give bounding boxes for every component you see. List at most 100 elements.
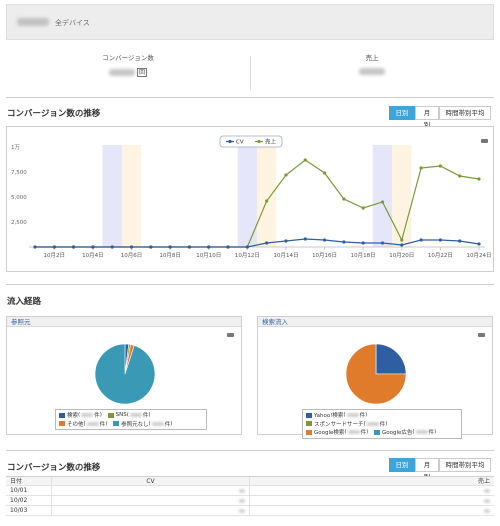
divider — [6, 284, 494, 285]
x-tick-label: 10月24日 — [467, 252, 492, 259]
legend-swatch — [59, 421, 65, 426]
panel-title: 参照元 — [7, 317, 241, 327]
device-scope-label: 全デバイス — [55, 19, 90, 27]
weekend-band — [121, 145, 142, 247]
pie-slice — [375, 343, 407, 375]
legend-item[interactable]: その他(件) — [59, 420, 107, 428]
pie-slice — [94, 343, 156, 405]
y-tick-label: 5,000 — [11, 195, 27, 201]
data-point — [91, 245, 95, 249]
row-cv — [52, 506, 250, 515]
row-sales — [250, 496, 494, 505]
table-period-toggle: 日別 月別 時間帯別平均 — [389, 458, 491, 481]
chart-menu-icon[interactable] — [478, 333, 485, 337]
legend-marker — [228, 139, 232, 144]
legend-item[interactable]: Yahoo!検索(件) — [306, 411, 367, 419]
data-point — [419, 166, 423, 170]
data-point — [419, 238, 423, 242]
hourly-average-button[interactable]: 時間帯別平均 — [439, 106, 491, 120]
hourly-average-button[interactable]: 時間帯別平均 — [439, 458, 491, 472]
data-point — [303, 158, 307, 162]
x-tick-label: 10月10日 — [196, 252, 221, 259]
weekend-band — [102, 145, 122, 247]
legend-swatch — [306, 429, 312, 435]
x-tick-label: 10月6日 — [121, 252, 143, 259]
monthly-button[interactable]: 月別 — [415, 106, 439, 129]
data-point — [265, 241, 269, 245]
row-sales — [250, 506, 494, 515]
panel-title: 検索流入 — [258, 317, 492, 327]
data-point — [458, 239, 462, 243]
data-point — [458, 174, 462, 178]
data-point — [245, 245, 249, 249]
data-point — [342, 197, 346, 201]
search-legend: Yahoo!検索(件) スポンサードサーチ(件) Google検索(件) Goo… — [302, 409, 462, 439]
col-header-date[interactable]: 日付 — [6, 477, 52, 485]
legend-marker — [257, 139, 261, 144]
blurred-value — [108, 69, 135, 76]
col-header-sales[interactable]: 売上 — [250, 477, 494, 485]
legend-item[interactable]: 検索(件) — [59, 411, 102, 419]
data-point — [110, 245, 114, 249]
section-title-table: コンバージョン数の推移 — [7, 463, 101, 473]
legend-item[interactable]: SNS(件) — [107, 411, 151, 419]
trend-chart: 1万 7,500 5,000 2,500 10月2日 10月4日 10月6日 10月8日 10月… — [6, 126, 494, 272]
data-point — [187, 245, 192, 249]
chart-menu-icon[interactable] — [481, 139, 488, 143]
table-row: 10/03 — [6, 506, 494, 516]
table-row: 10/01 — [6, 486, 494, 496]
data-point — [303, 237, 307, 241]
chart-menu-icon[interactable] — [227, 333, 234, 337]
section-title-trend: コンバージョン数の推移 — [7, 109, 101, 119]
daily-button[interactable]: 日別 — [389, 458, 415, 472]
search-inflow-panel: 検索流入 Yahoo!検索(件) スポンサードサーチ(件) Google検索(件… — [257, 316, 493, 439]
legend-swatch — [107, 412, 114, 418]
data-point — [477, 242, 481, 246]
col-header-cv[interactable]: CV — [52, 477, 250, 485]
weekend-band — [392, 145, 412, 247]
monthly-button[interactable]: 月別 — [415, 458, 439, 481]
table-header-row: 日付 CV 売上 — [6, 476, 494, 486]
divider — [6, 450, 494, 451]
x-tick-label: 10月2日 — [44, 252, 66, 259]
legend-swatch — [59, 412, 65, 418]
kpi-title: コンバージョン数 — [102, 54, 154, 62]
data-point — [361, 241, 365, 245]
data-point — [168, 245, 172, 249]
table-row: 10/02 — [6, 496, 494, 506]
legend-item[interactable]: 参照元なし(件) — [113, 420, 172, 428]
blurred-value — [359, 68, 385, 75]
legend-swatch — [306, 412, 312, 418]
kpi-conversions: コンバージョン数 回 — [6, 52, 250, 96]
y-tick-label: 1万 — [11, 144, 20, 151]
trend-chart-svg: 1万 7,500 5,000 2,500 10月2日 10月4日 10月6日 10月8日 10月… — [11, 135, 492, 259]
legend-item[interactable]: スポンサードサーチ(件) — [306, 420, 387, 428]
data-point — [226, 245, 230, 249]
kpi-title: 売上 — [365, 54, 379, 62]
data-point — [284, 173, 288, 177]
kpi-sales: 売上 — [250, 52, 494, 96]
data-point — [477, 177, 481, 181]
data-point — [322, 171, 327, 175]
data-point — [265, 199, 269, 203]
top-bar: 全デバイス — [6, 4, 494, 40]
legend-label: 売上 — [265, 138, 277, 146]
kpi-unit: 回 — [136, 68, 147, 77]
legend-swatch — [373, 429, 380, 435]
data-point — [400, 243, 404, 247]
legend-item[interactable]: Google検索(件) — [306, 428, 368, 436]
data-point — [380, 200, 385, 204]
x-tick-label: 10月4日 — [82, 252, 104, 259]
data-point — [438, 238, 442, 242]
daily-button[interactable]: 日別 — [389, 106, 415, 120]
y-tick-label: 2,500 — [11, 220, 27, 226]
trend-period-toggle: 日別 月別 時間帯別平均 — [389, 106, 491, 129]
blurred-site-name — [17, 18, 49, 26]
data-point — [129, 245, 134, 249]
x-tick-label: 10月18日 — [351, 252, 376, 259]
y-tick-label: 7,500 — [11, 170, 27, 176]
legend-item[interactable]: Google広告(件) — [373, 428, 436, 436]
data-point — [342, 240, 346, 244]
kpi-value: 回 — [6, 68, 250, 77]
row-date: 10/01 — [6, 486, 52, 495]
